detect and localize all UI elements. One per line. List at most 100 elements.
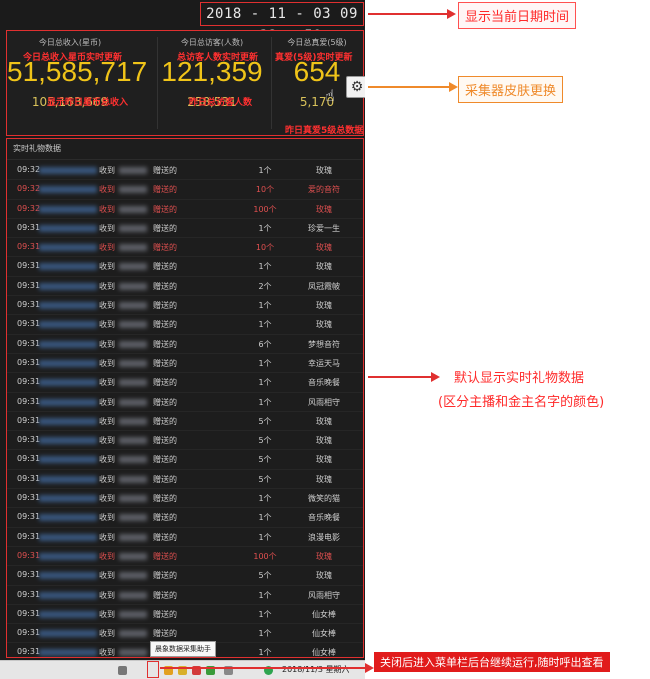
tray-keyboard-icon[interactable] — [118, 666, 127, 675]
gift-sent-label: 赠送的 — [153, 571, 177, 581]
gift-received-label: 收到 — [99, 339, 115, 349]
note-visitors-realtime: 总访客人数实时更新 — [177, 53, 259, 63]
anchor-name-blurred — [119, 475, 147, 483]
gift-received-label: 收到 — [99, 166, 115, 175]
sender-name-blurred — [39, 205, 97, 213]
gift-received-label: 收到 — [99, 551, 115, 561]
sender-name-blurred — [39, 379, 97, 387]
sender-name-blurred — [39, 167, 97, 174]
anchor-name-blurred — [119, 533, 147, 541]
gift-panel-title: 实时礼物数据 — [7, 139, 363, 160]
sender-name-blurred — [39, 475, 97, 483]
note-true-love-yesterday: 昨日真爱5级总数据 — [285, 126, 364, 136]
callout-gifts-line2: (区分主播和金主名字的颜色) — [438, 395, 605, 410]
gift-name: 仙女棒 — [312, 629, 336, 639]
gift-count: 1个 — [258, 320, 272, 330]
callout-tray: 关闭后进入菜单栏后台继续运行,随时呼出查看 — [374, 652, 610, 672]
sender-name-blurred — [39, 321, 97, 329]
gift-name: 玫瑰 — [316, 571, 332, 581]
gift-received-label: 收到 — [99, 513, 115, 523]
arrow-skin — [368, 82, 458, 92]
gift-received-label: 收到 — [99, 378, 115, 388]
gift-sent-label: 赠送的 — [153, 281, 177, 291]
gift-time: 09:32 — [17, 184, 41, 194]
gift-count: 100个 — [253, 551, 277, 561]
gift-sent-label: 赠送的 — [153, 262, 177, 272]
gift-received-label: 收到 — [99, 416, 115, 426]
gift-count: 1个 — [258, 629, 272, 639]
anchor-name-blurred — [119, 552, 147, 560]
gift-row: 09:31 收到 赠送的 5个 玫瑰 — [7, 566, 363, 586]
gift-row: 09:31 收到 赠送的 1个 玫瑰 — [7, 257, 363, 277]
gift-time: 09:31 — [17, 261, 41, 271]
gift-name: 风雨相守 — [308, 397, 340, 407]
gift-count: 10个 — [255, 243, 275, 253]
anchor-name-blurred — [119, 244, 147, 252]
stat-true-love-title: 今日总真爱(5级) — [287, 38, 347, 47]
gift-time: 09:31 — [17, 396, 41, 406]
callout-clock: 显示当前日期时间 — [458, 2, 577, 29]
gift-row: 09:31 收到 赠送的 6个 梦想音符 — [7, 335, 363, 354]
gift-time: 09:31 — [17, 531, 41, 541]
gift-count: 1个 — [258, 166, 272, 175]
anchor-name-blurred — [119, 302, 147, 310]
tray-collector-icon[interactable] — [147, 661, 159, 678]
gift-sent-label: 赠送的 — [153, 494, 177, 504]
gift-row: 09:31 收到 赠送的 10个 玫瑰 — [7, 238, 363, 258]
gift-sent-label: 赠送的 — [153, 436, 177, 446]
gift-time: 09:31 — [17, 628, 41, 638]
gift-time: 09:31 — [17, 319, 41, 329]
tray-tooltip: 晨象数据采集助手 — [150, 641, 216, 657]
sender-name-blurred — [39, 359, 97, 367]
gift-sent-label: 赠送的 — [153, 629, 177, 639]
gift-sent-label: 赠送的 — [153, 397, 177, 407]
gift-count: 1个 — [258, 494, 272, 504]
gift-time: 09:31 — [17, 647, 41, 657]
gift-sent-label: 赠送的 — [153, 609, 177, 619]
gift-count: 1个 — [258, 378, 272, 388]
anchor-name-blurred — [119, 224, 147, 232]
arrow-tray — [160, 663, 374, 673]
gift-name: 玫瑰 — [316, 204, 332, 214]
gift-count: 2个 — [258, 281, 272, 291]
stat-visitors: 今日总访客(人数) 121,359 258,531 — [157, 31, 267, 135]
anchor-name-blurred — [119, 630, 147, 638]
gift-time: 09:31 — [17, 512, 41, 522]
skin-settings-gear-icon[interactable]: ⚙ — [346, 76, 365, 98]
gift-received-label: 收到 — [99, 223, 115, 233]
gift-time: 09:31 — [17, 570, 41, 580]
gift-time: 09:31 — [17, 222, 41, 232]
gift-sent-label: 赠送的 — [153, 166, 177, 175]
gift-count: 5个 — [258, 416, 272, 426]
anchor-name-blurred — [119, 456, 147, 464]
gift-time: 09:31 — [17, 589, 41, 599]
gift-name: 玫瑰 — [316, 474, 332, 484]
gift-received-label: 收到 — [99, 494, 115, 504]
gift-name: 幸运天马 — [308, 358, 340, 368]
anchor-name-blurred — [119, 167, 147, 174]
current-datetime: 2018 - 11 - 03 09 : 32 : 59 — [200, 2, 364, 44]
gift-received-label: 收到 — [99, 455, 115, 465]
gift-sent-label: 赠送的 — [153, 320, 177, 330]
gift-row: 09:32 收到 赠送的 10个 爱的音符 — [7, 180, 363, 200]
gift-time: 09:32 — [17, 203, 41, 213]
anchor-name-blurred — [119, 398, 147, 406]
gift-sent-label: 赠送的 — [153, 416, 177, 426]
gift-row: 09:31 收到 赠送的 5个 玫瑰 — [7, 431, 363, 451]
gift-row: 09:31 收到 赠送的 1个 音乐晚餐 — [7, 373, 363, 393]
gift-name: 仙女棒 — [312, 648, 336, 658]
gift-time: 09:31 — [17, 493, 41, 503]
sender-name-blurred — [39, 244, 97, 252]
gift-row: 09:31 收到 赠送的 5个 玫瑰 — [7, 470, 363, 490]
sender-name-blurred — [39, 456, 97, 464]
gift-row: 09:31 收到 赠送的 1个 玫瑰 — [7, 315, 363, 335]
gift-received-label: 收到 — [99, 474, 115, 484]
gift-time: 09:31 — [17, 454, 41, 464]
gift-row: 09:32 收到 赠送的 100个 玫瑰 — [7, 200, 363, 219]
gift-count: 1个 — [258, 513, 272, 523]
gift-list: 09:32 收到 赠送的 1个 玫瑰 09:32 收到 赠送的 10个 爱的音符 09:32 收到 赠送… — [7, 161, 363, 658]
gift-name: 风雨相守 — [308, 590, 340, 600]
gift-row: 09:31 收到 赠送的 5个 玫瑰 — [7, 412, 363, 432]
gift-count: 5个 — [258, 571, 272, 581]
gift-row: 09:31 收到 赠送的 1个 玫瑰 — [7, 296, 363, 316]
